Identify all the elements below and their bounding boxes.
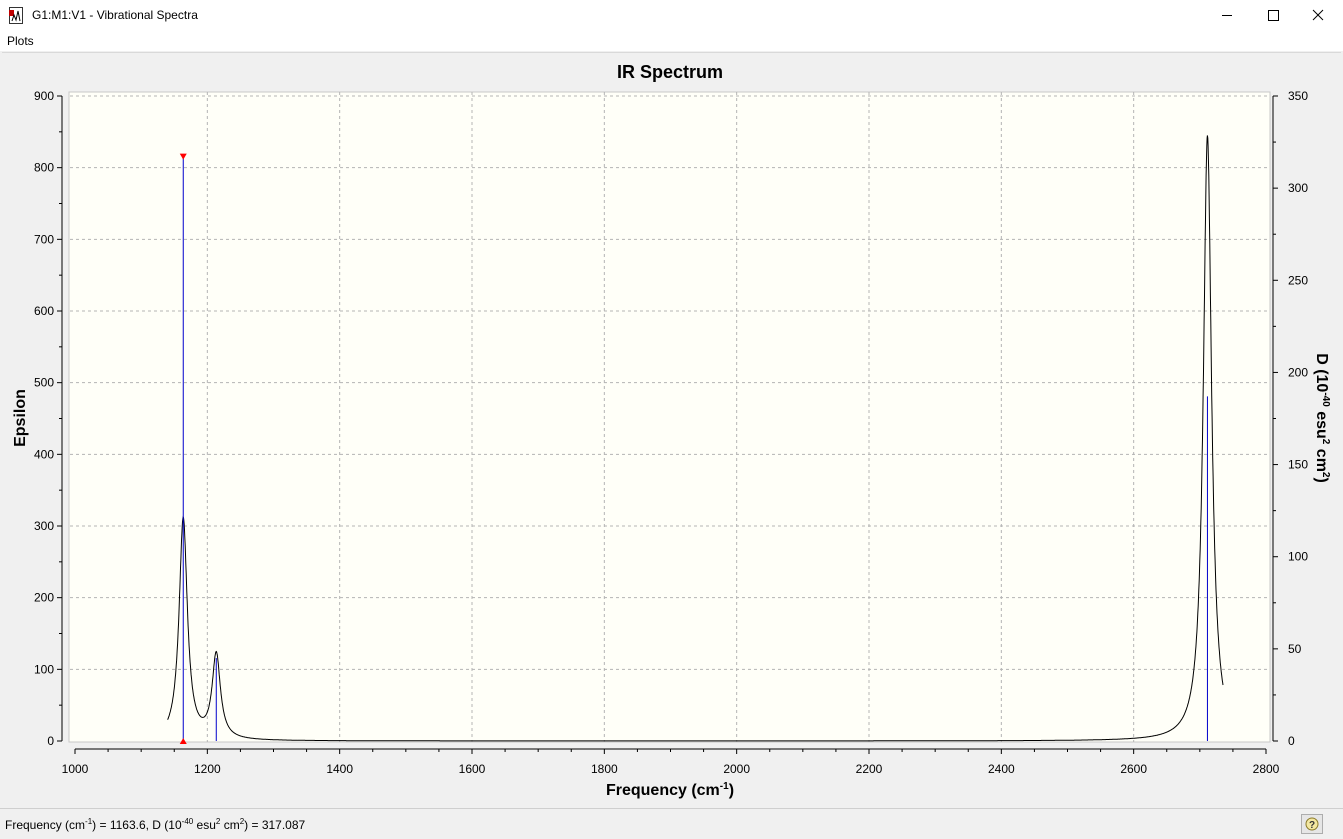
minimize-icon bbox=[1222, 15, 1232, 16]
spectrum-document-icon bbox=[9, 7, 23, 24]
status-part: ) = 317.087 bbox=[244, 818, 306, 832]
y-tick-label: 800 bbox=[34, 161, 54, 175]
x-tick-label: 1600 bbox=[459, 762, 486, 776]
y-tick-label: 500 bbox=[34, 376, 54, 390]
x-tick-label: 1400 bbox=[326, 762, 353, 776]
maximize-icon bbox=[1268, 10, 1279, 21]
y2-tick-label: 150 bbox=[1288, 458, 1308, 472]
y2-tick-label: 200 bbox=[1288, 365, 1308, 379]
status-part: ) = 1163.6, D (10 bbox=[92, 818, 182, 832]
y2-tick-label: 50 bbox=[1288, 642, 1302, 656]
y-tick-label: 0 bbox=[47, 734, 54, 748]
y-tick-label: 600 bbox=[34, 304, 54, 318]
y-tick-label: 200 bbox=[34, 591, 54, 605]
x-tick-label: 2600 bbox=[1120, 762, 1147, 776]
maximize-button[interactable] bbox=[1250, 0, 1296, 31]
x-tick-label: 2800 bbox=[1253, 762, 1280, 776]
help-icon: ? bbox=[1305, 817, 1319, 831]
status-readout: Frequency (cm-1) = 1163.6, D (10-40 esu2… bbox=[5, 817, 305, 832]
close-icon bbox=[1312, 9, 1324, 21]
status-part: cm bbox=[220, 818, 240, 832]
plot-area[interactable] bbox=[68, 91, 1271, 743]
y2-label-p4: cm bbox=[1313, 444, 1330, 472]
ir-spectrum-chart[interactable]: IR Spectrum 0100200300400500600700800900… bbox=[0, 52, 1343, 808]
title-bar: G1:M1:V1 - Vibrational Spectra bbox=[0, 0, 1343, 31]
status-part: Frequency (cm bbox=[5, 818, 86, 832]
help-button[interactable]: ? bbox=[1301, 814, 1323, 834]
x-tick-label: 1000 bbox=[62, 762, 89, 776]
status-sup: -40 bbox=[181, 817, 194, 826]
y-tick-label: 700 bbox=[34, 232, 54, 246]
x-axis-label: Frequency (cm-1) bbox=[606, 781, 734, 799]
y2-label-p1: -40 bbox=[1320, 392, 1331, 407]
x-tick-label: 2200 bbox=[856, 762, 883, 776]
status-part: esu bbox=[193, 818, 216, 832]
window-title: G1:M1:V1 - Vibrational Spectra bbox=[32, 8, 198, 22]
chart-title: IR Spectrum bbox=[617, 62, 723, 82]
y2-label-p6: ) bbox=[1313, 477, 1330, 482]
x-axis-label-pre: Frequency (cm bbox=[606, 782, 720, 799]
status-bar: Frequency (cm-1) = 1163.6, D (10-40 esu2… bbox=[0, 808, 1343, 839]
x-tick-label: 1200 bbox=[194, 762, 221, 776]
y2-label-p2: esu bbox=[1313, 407, 1330, 439]
y2-tick-label: 350 bbox=[1288, 89, 1308, 103]
x-tick-label: 2400 bbox=[988, 762, 1015, 776]
y2-axis-label: D (10-40 esu2 cm2) bbox=[1313, 353, 1331, 483]
y2-tick-label: 0 bbox=[1288, 734, 1295, 748]
y-tick-label: 300 bbox=[34, 519, 54, 533]
minimize-button[interactable] bbox=[1204, 0, 1250, 31]
x-tick-label: 1800 bbox=[591, 762, 618, 776]
y2-tick-label: 300 bbox=[1288, 181, 1308, 195]
y2-label-p0: D (10 bbox=[1313, 353, 1330, 392]
x-axis-label-post: ) bbox=[729, 782, 734, 799]
y-tick-label: 100 bbox=[34, 662, 54, 676]
y2-tick-label: 100 bbox=[1288, 550, 1308, 564]
menu-bar: Plots bbox=[0, 31, 1343, 51]
y2-tick-label: 250 bbox=[1288, 273, 1308, 287]
y-axis-label: Epsilon bbox=[12, 389, 29, 447]
x-tick-label: 2000 bbox=[723, 762, 750, 776]
menu-plots[interactable]: Plots bbox=[7, 34, 34, 48]
y-tick-label: 900 bbox=[34, 89, 54, 103]
close-button[interactable] bbox=[1296, 0, 1342, 31]
svg-text:?: ? bbox=[1309, 820, 1315, 831]
y-tick-label: 400 bbox=[34, 447, 54, 461]
